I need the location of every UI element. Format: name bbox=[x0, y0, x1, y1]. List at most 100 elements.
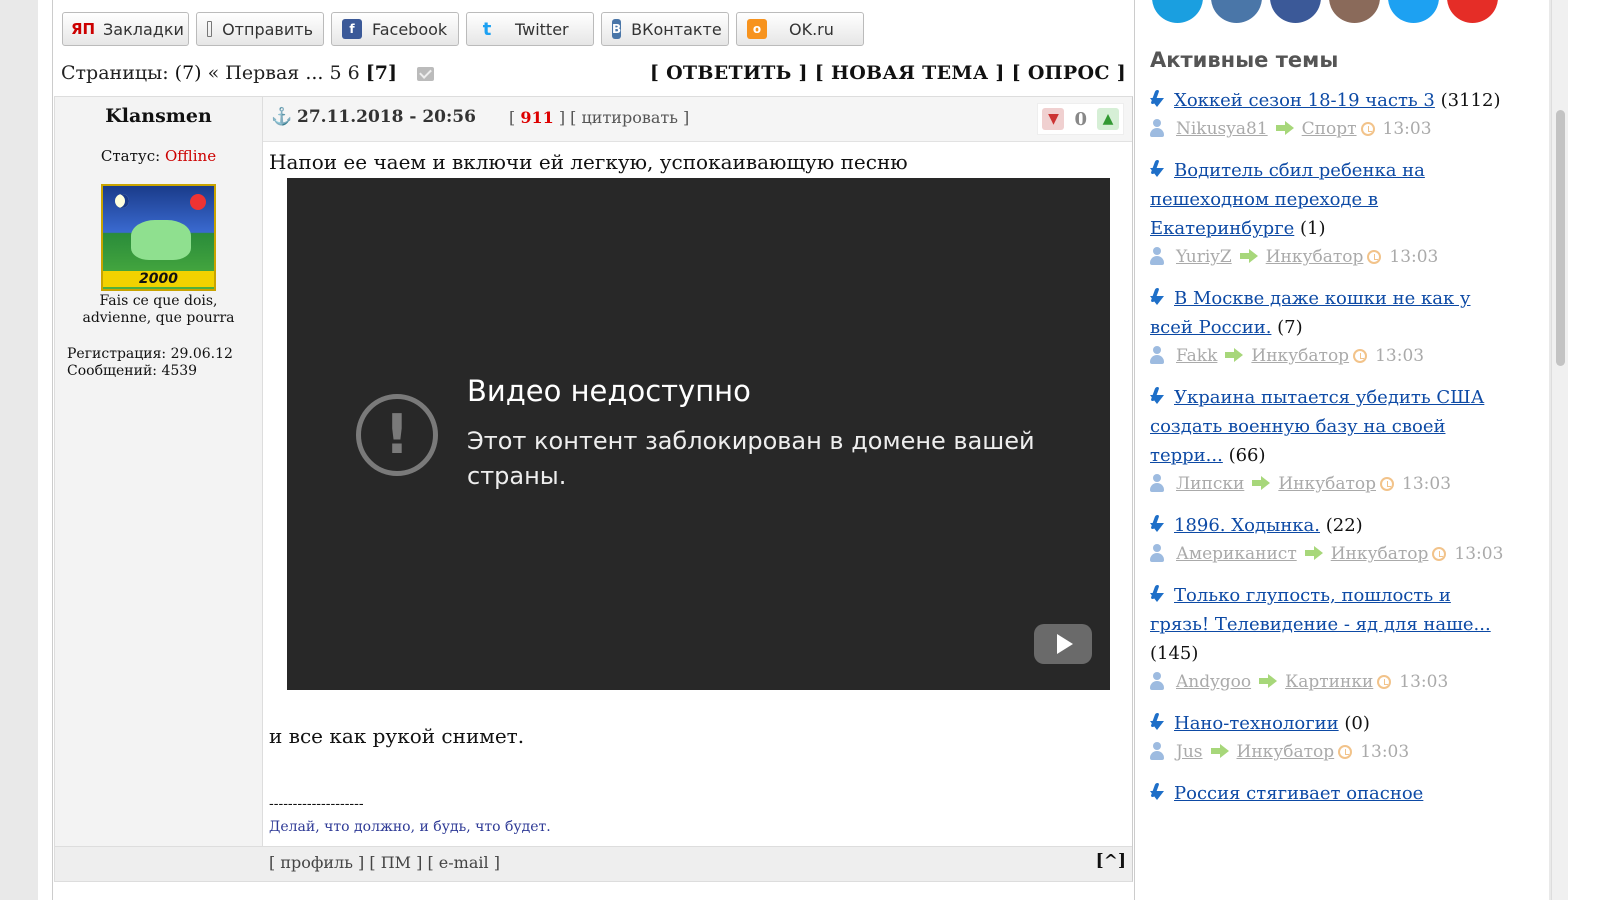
vk-label: ВКонтакте bbox=[631, 19, 722, 39]
signature: Делай, что должно, и будь, что будет. bbox=[269, 819, 551, 835]
topic-meta: Nikusya81 Спорт 13:03 bbox=[1150, 115, 1510, 144]
post-number-link[interactable]: 911 bbox=[520, 108, 553, 127]
facebook-round-icon[interactable] bbox=[1270, 0, 1321, 23]
author-link[interactable]: Klansmen bbox=[105, 105, 212, 127]
topic-user[interactable]: Fakk bbox=[1176, 346, 1217, 366]
page-5-link[interactable]: 5 bbox=[330, 62, 342, 84]
topic-category[interactable]: Спорт bbox=[1302, 119, 1357, 139]
profile-link[interactable]: профиль bbox=[280, 853, 353, 872]
mail-icon bbox=[207, 21, 213, 37]
email-link[interactable]: e-mail bbox=[439, 853, 489, 872]
post-meta-links: [ 911 ] [ цитировать ] bbox=[509, 108, 690, 127]
facebook-share-button[interactable]: f Facebook bbox=[331, 12, 459, 46]
topic-category[interactable]: Картинки bbox=[1285, 672, 1373, 692]
send-button[interactable]: Отправить bbox=[196, 12, 324, 46]
topic-user[interactable]: Липски bbox=[1176, 474, 1244, 494]
topic-category[interactable]: Инкубатор bbox=[1331, 544, 1429, 564]
author-info: Регистрация: 29.06.12 Сообщений: 4539 bbox=[67, 346, 233, 380]
user-icon bbox=[1150, 119, 1164, 137]
status-label: Статус: bbox=[100, 147, 161, 165]
topic-category[interactable]: Инкубатор bbox=[1278, 474, 1376, 494]
send-label: Отправить bbox=[222, 19, 313, 39]
ok-share-button[interactable]: о OK.ru bbox=[736, 12, 864, 46]
youtube-round-icon[interactable] bbox=[1447, 0, 1498, 23]
instagram-icon[interactable] bbox=[1329, 0, 1380, 23]
status-value: Offline bbox=[164, 147, 217, 165]
poll-button[interactable]: [ ОПРОС ] bbox=[1012, 62, 1126, 84]
ok-label: OK.ru bbox=[789, 19, 834, 39]
post-footer: [ профиль ] [ ПМ ] [ e-mail ] [^] bbox=[263, 846, 1132, 881]
topic-item: В Москве даже кошки не как у всей России… bbox=[1150, 284, 1510, 371]
topic-category[interactable]: Инкубатор bbox=[1251, 346, 1349, 366]
telegram-icon[interactable] bbox=[1152, 0, 1203, 23]
footer-links: [ профиль ] [ ПМ ] [ e-mail ] bbox=[269, 853, 500, 872]
topic-user[interactable]: Американист bbox=[1176, 544, 1297, 564]
arrow-right-icon bbox=[1252, 476, 1271, 490]
topic-user[interactable]: YuriyZ bbox=[1176, 247, 1232, 267]
topic-link[interactable]: Украина пытается убедить США создать вое… bbox=[1150, 387, 1484, 466]
vk-round-icon[interactable] bbox=[1211, 0, 1262, 23]
post-text-1: Напои ее чаем и включи ей легкую, успока… bbox=[269, 150, 908, 174]
topic-user[interactable]: Andygoo bbox=[1176, 672, 1251, 692]
topic-item: Нано-технологии (0) Jus Инкубатор 13:03 bbox=[1150, 709, 1510, 767]
twitter-share-button[interactable]: t Twitter bbox=[466, 12, 594, 46]
topic-link[interactable]: Россия стягивает опасное bbox=[1174, 783, 1423, 804]
pm-link[interactable]: ПМ bbox=[381, 853, 411, 872]
topic-category[interactable]: Инкубатор bbox=[1237, 742, 1335, 762]
vk-share-button[interactable]: В ВКонтакте bbox=[601, 12, 729, 46]
user-icon bbox=[1150, 474, 1164, 492]
reply-button[interactable]: [ ОТВЕТИТЬ ] bbox=[650, 62, 808, 84]
page-6-link[interactable]: 6 bbox=[348, 62, 360, 84]
topic-user[interactable]: Jus bbox=[1176, 742, 1203, 762]
scroll-to-top-button[interactable]: [^] bbox=[1096, 851, 1126, 871]
topic-count: (145) bbox=[1150, 643, 1199, 664]
arrow-right-icon bbox=[1259, 674, 1278, 688]
facebook-label: Facebook bbox=[372, 19, 448, 39]
topic-item: Украина пытается убедить США создать вое… bbox=[1150, 383, 1510, 499]
topic-link[interactable]: Хоккей сезон 18-19 часть 3 bbox=[1174, 90, 1435, 111]
new-topic-button[interactable]: [ НОВАЯ ТЕМА ] bbox=[815, 62, 1005, 84]
registration-date: Регистрация: 29.06.12 bbox=[67, 346, 233, 362]
youtube-play-icon[interactable] bbox=[1034, 624, 1092, 664]
topic-link[interactable]: Нано-технологии bbox=[1174, 713, 1339, 734]
bookmarks-button[interactable]: ЯП Закладки bbox=[62, 12, 189, 46]
post-header: ⚓ 27.11.2018 - 20:56 [ 911 ] [ цитироват… bbox=[263, 97, 1132, 142]
topic-time: 13:03 bbox=[1402, 474, 1452, 494]
arrow-right-icon bbox=[1210, 744, 1229, 758]
topic-arrow-icon bbox=[1150, 713, 1164, 731]
vk-icon: В bbox=[612, 19, 622, 39]
user-icon bbox=[1150, 742, 1164, 760]
topic-link[interactable]: 1896. Ходынка. bbox=[1174, 515, 1320, 536]
topic-user[interactable]: Nikusya81 bbox=[1176, 119, 1268, 139]
twitter-round-icon[interactable] bbox=[1388, 0, 1439, 23]
page-scrollbar[interactable] bbox=[1551, 0, 1569, 900]
warning-icon: ! bbox=[356, 394, 438, 476]
topic-meta: Fakk Инкубатор 13:03 bbox=[1150, 342, 1510, 371]
twitter-icon: t bbox=[482, 18, 492, 40]
video-embed[interactable]: ! Видео недоступно Этот контент заблокир… bbox=[287, 178, 1110, 690]
content-left-border bbox=[52, 0, 53, 900]
topic-link[interactable]: Только глупость, пошлость и грязь! Телев… bbox=[1150, 585, 1491, 635]
topic-link[interactable]: Водитель сбил ребенка на пешеходном пере… bbox=[1150, 160, 1425, 239]
topic-category[interactable]: Инкубатор bbox=[1266, 247, 1364, 267]
topic-count: (7) bbox=[1277, 317, 1303, 338]
thumbs-up-icon[interactable]: ▲ bbox=[1097, 108, 1119, 130]
topic-link[interactable]: В Москве даже кошки не как у всей России… bbox=[1150, 288, 1471, 338]
topic-arrow-icon bbox=[1150, 783, 1164, 801]
topic-count: (22) bbox=[1325, 515, 1363, 536]
topic-item: Только глупость, пошлость и грязь! Телев… bbox=[1150, 581, 1510, 697]
topic-arrow-icon bbox=[1150, 160, 1164, 178]
scrollbar-thumb[interactable] bbox=[1556, 110, 1565, 366]
first-page-link[interactable]: « Первая bbox=[208, 62, 300, 84]
twitter-label: Twitter bbox=[515, 19, 569, 39]
subscribe-icon[interactable] bbox=[417, 67, 435, 81]
thumbs-down-icon[interactable]: ▼ bbox=[1042, 108, 1065, 130]
pages-link[interactable]: Страницы: bbox=[61, 62, 169, 84]
frog-shape bbox=[131, 220, 191, 260]
topic-meta: Jus Инкубатор 13:03 bbox=[1150, 738, 1510, 767]
quote-link[interactable]: цитировать bbox=[581, 108, 677, 127]
pages-count: (7) bbox=[174, 62, 202, 84]
pagination: Страницы: (7) « Первая ... 5 6 [7] bbox=[61, 62, 435, 84]
anchor-icon[interactable]: ⚓ bbox=[271, 107, 292, 127]
clock-icon bbox=[1380, 477, 1395, 491]
